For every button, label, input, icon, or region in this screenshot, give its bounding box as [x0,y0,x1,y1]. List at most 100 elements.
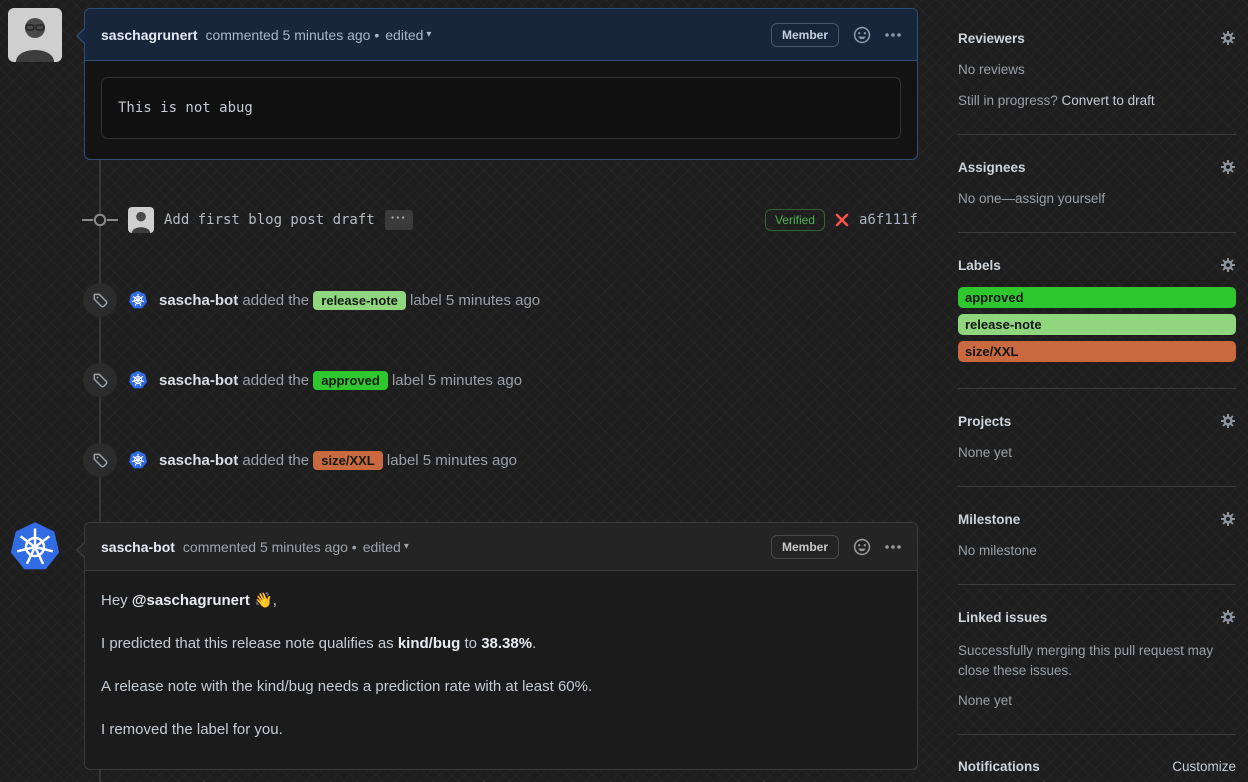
event-actor-link[interactable]: sascha-bot [159,452,238,469]
divider [958,734,1236,735]
add-reaction-button[interactable] [853,538,871,556]
sidebar: Reviewers No reviews Still in progress? … [958,0,1236,782]
comment-saschagrunert: saschagrunert commented 5 minutes ago • … [76,8,918,160]
git-commit-icon [82,213,118,227]
commit-message-link[interactable]: Add first blog post draft [164,212,375,228]
label-event-row: sascha-bot added the approved label 5 mi… [83,363,919,397]
commit-row: Add first blog post draft ··· Verified a… [82,205,918,235]
divider [958,232,1236,233]
label-chip[interactable]: release-note [313,290,406,310]
divider [958,584,1236,585]
paragraph: Hey @saschagrunert 👋, [101,592,277,609]
edited-dropdown[interactable]: edited ▾ [385,27,431,43]
comment-meta: commented 5 minutes ago • [205,26,380,43]
sidebar-label-release-note[interactable]: release-note [958,314,1236,335]
comment-meta: commented 5 minutes ago • [182,538,357,555]
draft-hint: Still in progress? Convert to draft [958,93,1155,108]
comment-options-button[interactable] [885,32,901,37]
comment-sascha-bot: sascha-bot commented 5 minutes ago • edi… [76,522,918,770]
gear-icon[interactable] [1220,159,1236,175]
gear-icon[interactable] [1220,413,1236,429]
sascha-bot-avatar[interactable] [128,370,148,390]
tag-icon [93,373,107,387]
smiley-icon [853,538,871,555]
assignees-empty-text: No one—assign yourself [958,191,1106,206]
sascha-bot-avatar-large[interactable] [8,520,62,574]
divider [958,134,1236,135]
convert-to-draft-link[interactable]: Convert to draft [1062,93,1155,108]
sidebar-section-labels: Labels approved release-note size/XXL [958,257,1236,362]
kubernetes-logo [10,522,60,570]
gear-icon[interactable] [1220,257,1236,273]
label-chip[interactable]: approved [313,370,388,390]
commit-hash-link[interactable]: a6f111f [859,212,918,228]
comment-author-link[interactable]: saschagrunert [101,27,197,43]
comment-body: Hey @saschagrunert 👋, I predicted that t… [85,571,917,754]
tag-icon [93,293,107,307]
person-avatar-image [8,8,62,62]
event-actor-link[interactable]: sascha-bot [159,292,238,309]
sidebar-label-approved[interactable]: approved [958,287,1236,308]
pull-request-page: saschagrunert commented 5 minutes ago • … [0,0,1248,782]
commit-expand-button[interactable]: ··· [384,210,413,230]
sascha-bot-avatar[interactable] [128,450,148,470]
paragraph: A release note with the kind/bug needs a… [101,678,593,695]
linked-issues-empty-text: None yet [958,693,1013,708]
sidebar-section-notifications: Notifications Customize [958,759,1236,774]
sidebar-section-milestone: Milestone No milestone [958,511,1236,558]
comment-author-link[interactable]: sascha-bot [101,539,175,555]
label-event-row: sascha-bot added the release-note label … [83,283,919,317]
label-chip[interactable]: size/XXL [313,450,383,470]
mention-link[interactable]: @saschagrunert [132,592,250,609]
event-text: sascha-bot added the size/XXL label 5 mi… [159,450,518,470]
event-action: added the [242,291,310,309]
label-event-row: sascha-bot added the size/XXL label 5 mi… [83,443,919,477]
chevron-down-icon: ▾ [426,29,432,40]
member-badge[interactable]: Member [770,534,839,559]
gear-icon[interactable] [1220,609,1236,625]
reviewers-empty-text: No reviews [958,62,1025,77]
section-title: Linked issues [958,609,1048,625]
commit-author-avatar[interactable] [128,207,154,233]
avatar[interactable] [8,8,62,62]
event-suffix: label 5 minutes ago [410,291,541,309]
edited-label: edited [362,538,401,555]
projects-empty-text: None yet [958,445,1013,460]
section-title: Milestone [958,511,1021,527]
member-badge[interactable]: Member [770,22,839,47]
sidebar-label-size-xxl[interactable]: size/XXL [958,341,1236,362]
gear-icon[interactable] [1220,511,1236,527]
paragraph: I removed the label for you. [101,721,283,738]
milestone-empty-text: No milestone [958,543,1037,558]
edited-label: edited [385,26,424,43]
person-avatar-image [128,207,154,233]
sidebar-section-projects: Projects None yet [958,413,1236,460]
event-actor-link[interactable]: sascha-bot [159,372,238,389]
event-icon-circle [83,283,117,317]
edited-dropdown[interactable]: edited ▾ [363,539,409,555]
event-action: added the [242,451,310,469]
paragraph: I predicted that this release note quali… [101,635,537,652]
sidebar-section-linked-issues: Linked issues Successfully merging this … [958,609,1236,708]
section-title: Notifications [958,759,1040,774]
event-text: sascha-bot added the release-note label … [159,290,541,310]
tag-icon [93,453,107,467]
event-suffix: label 5 minutes ago [386,451,518,469]
divider [958,388,1236,389]
section-title: Labels [958,257,1001,273]
divider [958,486,1236,487]
code-block: This is not abug [101,77,901,139]
sidebar-section-reviewers: Reviewers No reviews Still in progress? … [958,30,1236,108]
verified-badge[interactable]: Verified [764,209,825,231]
event-icon-circle [83,363,117,397]
sidebar-section-assignees: Assignees No one—assign yourself [958,159,1236,206]
add-reaction-button[interactable] [853,26,871,44]
customize-link[interactable]: Customize [1172,759,1236,774]
event-text: sascha-bot added the approved label 5 mi… [159,370,523,390]
sascha-bot-avatar[interactable] [128,290,148,310]
status-failed-x-icon[interactable] [835,213,849,227]
gear-icon[interactable] [1220,30,1236,46]
comment-options-button[interactable] [885,544,901,549]
event-action: added the [242,371,310,389]
event-suffix: label 5 minutes ago [391,371,523,389]
